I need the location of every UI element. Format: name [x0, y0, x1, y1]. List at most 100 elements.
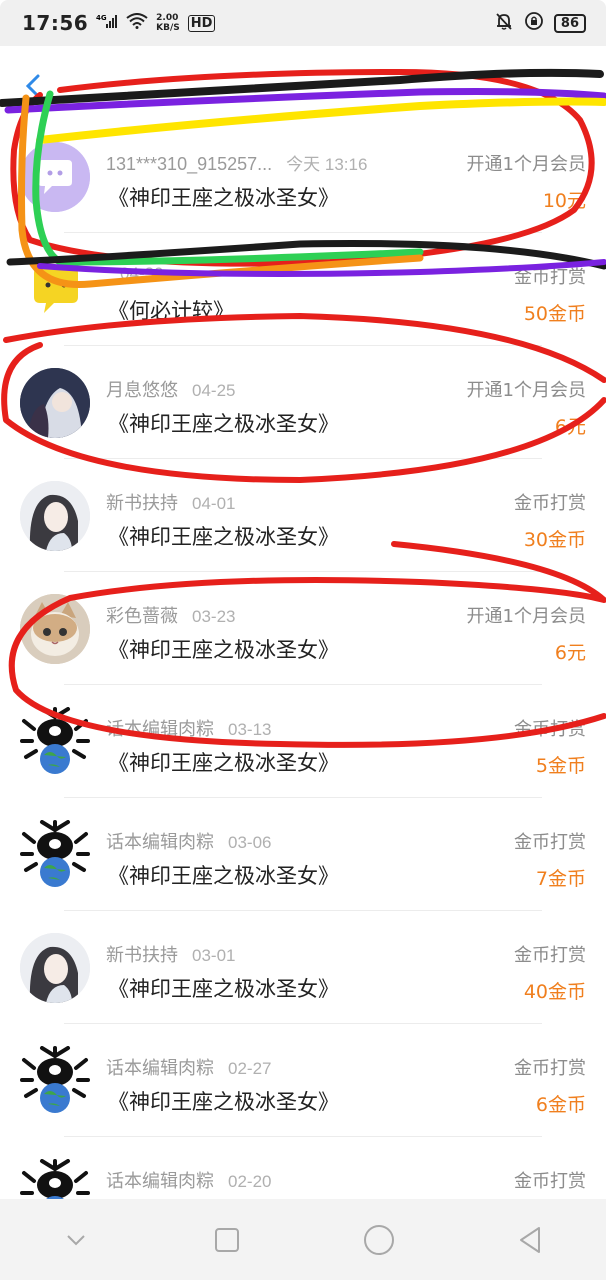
list-item[interactable]: 新书扶持 04-01 《神印王座之极冰圣女》 金币打赏 30金币 — [0, 459, 606, 572]
order-type: 开通1个月会员 — [466, 154, 586, 175]
status-left: 17:56 4G 2.00 KB/S HD — [22, 11, 216, 35]
user-name: 话本编辑肉粽 02-27 — [106, 1058, 272, 1078]
book-title: 《神印王座之极冰圣女》 — [108, 525, 339, 549]
order-amount: 50金币 — [523, 303, 586, 325]
status-right: 86 — [494, 11, 586, 35]
list-item[interactable]: 04-30 《何必计较》 金币打赏 50金币 — [0, 233, 606, 346]
user-name: 彩色蔷薇 03-23 — [106, 606, 236, 626]
home-button[interactable] — [349, 1210, 409, 1270]
list-item[interactable]: 131***310_915257... 今天 13:16 《神印王座之极冰圣女》 … — [0, 120, 606, 233]
cat-icon — [20, 594, 90, 664]
book-title: 《神印王座之极冰圣女》 — [108, 751, 339, 775]
earth-icon — [20, 820, 90, 887]
user-name: 月息悠悠 04-25 — [106, 380, 236, 400]
order-date: 02-27 — [228, 1059, 272, 1078]
user-name: 04-30 — [106, 263, 163, 284]
avatar — [20, 933, 90, 1003]
list-item[interactable]: 话本编辑肉粽 02-27 《神印王座之极冰圣女》 金币打赏 6金币 — [0, 1024, 606, 1137]
order-date: 03-23 — [192, 607, 236, 626]
yellow-chat-icon — [34, 267, 78, 313]
book-title: 《神印王座之极冰圣女》 — [108, 977, 339, 1001]
recent-apps-button[interactable] — [197, 1210, 257, 1270]
order-date: 03-13 — [228, 720, 272, 739]
order-list: 131***310_915257... 今天 13:16 《神印王座之极冰圣女》 … — [0, 120, 606, 1250]
avatar — [20, 142, 90, 212]
black-line — [0, 68, 604, 107]
user-name: 新书扶持 04-01 — [106, 493, 236, 513]
order-type: 开通1个月会员 — [466, 380, 586, 401]
order-date: 04-30 — [120, 264, 164, 283]
book-title: 《神印王座之极冰圣女》 — [108, 186, 339, 210]
anime-character-icon — [20, 481, 90, 551]
chat-bubble-icon — [20, 142, 90, 212]
back-arrow-icon — [25, 74, 40, 98]
avatar — [20, 707, 90, 777]
avatar — [20, 1046, 90, 1116]
back-nav-button[interactable] — [500, 1210, 560, 1270]
user-name: 新书扶持 03-01 — [106, 945, 236, 965]
user-name: 话本编辑肉粽 02-20 — [106, 1171, 272, 1191]
order-amount: 6元 — [554, 416, 586, 438]
screen: 17:56 4G 2.00 KB/S HD 86 131***310_91525… — [0, 0, 606, 1280]
clock: 17:56 — [22, 11, 89, 35]
list-item[interactable]: 彩色蔷薇 03-23 《神印王座之极冰圣女》 开通1个月会员 6元 — [0, 572, 606, 685]
book-title: 《神印王座之极冰圣女》 — [108, 1090, 339, 1114]
battery-indicator: 86 — [553, 13, 586, 33]
speed-value: 2.00 — [156, 13, 179, 23]
hd-badge: HD — [187, 14, 216, 32]
book-title: 《何必计较》 — [108, 299, 234, 323]
order-amount: 6金币 — [535, 1094, 586, 1116]
order-date: 今天 13:16 — [286, 155, 368, 174]
circle-icon — [363, 1224, 394, 1255]
chevron-down-icon — [67, 1234, 85, 1245]
square-icon — [215, 1227, 240, 1252]
book-title: 《神印王座之极冰圣女》 — [108, 638, 339, 662]
order-type: 金币打赏 — [514, 267, 586, 288]
list-item[interactable]: 新书扶持 03-01 《神印王座之极冰圣女》 金币打赏 40金币 — [0, 911, 606, 1024]
order-date: 03-06 — [228, 833, 272, 852]
system-nav-bar — [0, 1199, 606, 1280]
order-type: 金币打赏 — [514, 493, 586, 514]
avatar — [20, 820, 90, 890]
order-date: 04-25 — [192, 381, 236, 400]
order-amount: 30金币 — [523, 529, 586, 551]
list-item[interactable]: 话本编辑肉粽 03-06 《神印王座之极冰圣女》 金币打赏 7金币 — [0, 798, 606, 911]
network-speed: 2.00 KB/S — [156, 13, 180, 33]
order-date: 02-20 — [228, 1172, 272, 1191]
avatar — [20, 481, 90, 551]
back-button[interactable] — [22, 70, 52, 106]
purple-line — [4, 88, 606, 114]
lock-rotation-icon — [524, 11, 544, 35]
order-type: 开通1个月会员 — [466, 606, 586, 627]
book-title: 《神印王座之极冰圣女》 — [108, 864, 339, 888]
order-type: 金币打赏 — [514, 1171, 586, 1192]
earth-icon — [20, 1046, 90, 1113]
wifi-icon — [126, 13, 148, 33]
status-bar: 17:56 4G 2.00 KB/S HD 86 — [0, 0, 606, 46]
avatar — [20, 255, 90, 325]
anime-character-icon — [20, 368, 90, 438]
order-date: 04-01 — [192, 494, 236, 513]
user-name: 话本编辑肉粽 03-13 — [106, 719, 272, 739]
list-item[interactable]: 月息悠悠 04-25 《神印王座之极冰圣女》 开通1个月会员 6元 — [0, 346, 606, 459]
list-item[interactable]: 话本编辑肉粽 03-13 《神印王座之极冰圣女》 金币打赏 5金币 — [0, 685, 606, 798]
avatar — [20, 368, 90, 438]
network-type: 4G — [96, 14, 107, 22]
order-type: 金币打赏 — [514, 1058, 586, 1079]
signal-icon: 4G — [96, 13, 118, 33]
earth-icon — [20, 707, 90, 774]
order-amount: 6元 — [554, 642, 586, 664]
order-amount: 7金币 — [535, 868, 586, 890]
avatar — [20, 594, 90, 664]
user-name: 131***310_915257... 今天 13:16 — [106, 154, 368, 174]
order-amount: 10元 — [542, 190, 586, 212]
collapse-button[interactable] — [46, 1210, 106, 1270]
user-name: 话本编辑肉粽 03-06 — [106, 832, 272, 852]
order-date: 03-01 — [192, 946, 236, 965]
order-type: 金币打赏 — [514, 945, 586, 966]
order-type: 金币打赏 — [514, 719, 586, 740]
triangle-back-icon — [520, 1226, 541, 1253]
order-amount: 40金币 — [523, 981, 586, 1003]
book-title: 《神印王座之极冰圣女》 — [108, 412, 339, 436]
anime-character-icon — [20, 933, 90, 1003]
